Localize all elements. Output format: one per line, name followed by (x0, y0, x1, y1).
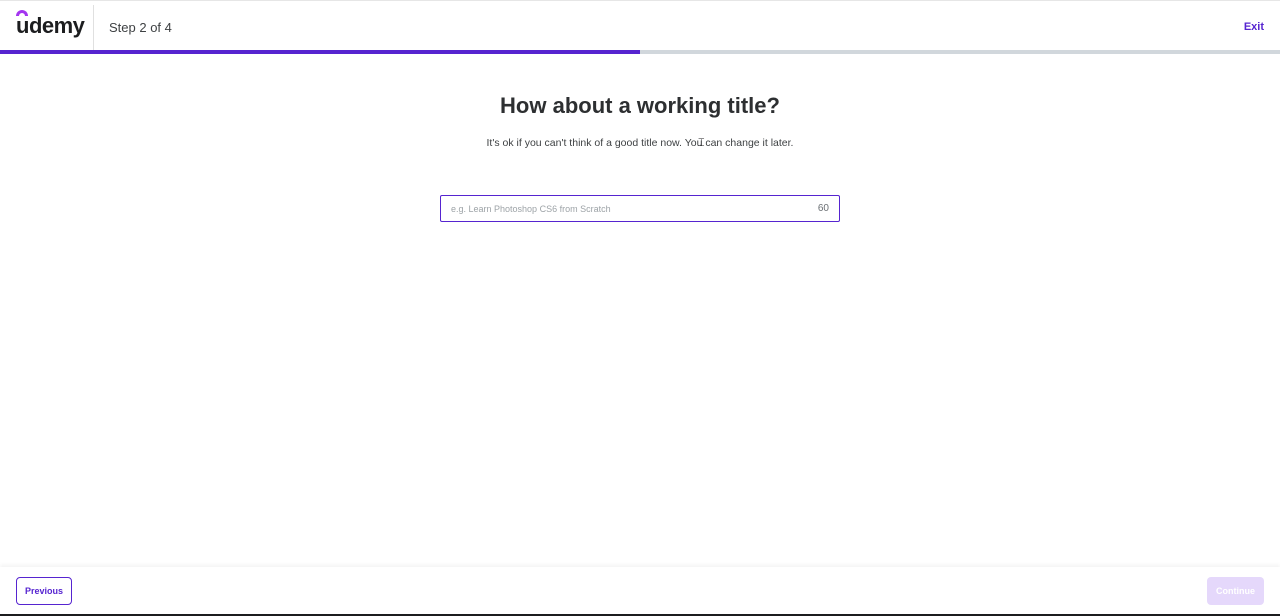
footer: Previous Continue (0, 567, 1280, 616)
previous-button[interactable]: Previous (16, 577, 72, 605)
progress-bar (0, 50, 1280, 54)
progress-bar-fill (0, 50, 640, 54)
header-divider (93, 5, 94, 51)
title-field: 60 (440, 195, 840, 222)
udemy-logo[interactable]: udemy (16, 10, 85, 39)
exit-link[interactable]: Exit (1244, 21, 1264, 33)
step-indicator: Step 2 of 4 (109, 20, 172, 35)
page-title: How about a working title? (500, 93, 780, 118)
logo-mark-icon (16, 10, 28, 16)
continue-button[interactable]: Continue (1207, 577, 1264, 605)
character-counter: 60 (817, 203, 829, 214)
text-cursor-icon: ⌶ (698, 137, 705, 149)
header: udemy Step 2 of 4 Exit (0, 0, 1280, 51)
logo-text: udemy (16, 13, 85, 38)
course-creation-page: udemy Step 2 of 4 Exit How about a worki… (0, 0, 1280, 616)
course-title-input[interactable] (441, 196, 818, 221)
page-subtitle: It's ok if you can't think of a good tit… (486, 137, 794, 149)
